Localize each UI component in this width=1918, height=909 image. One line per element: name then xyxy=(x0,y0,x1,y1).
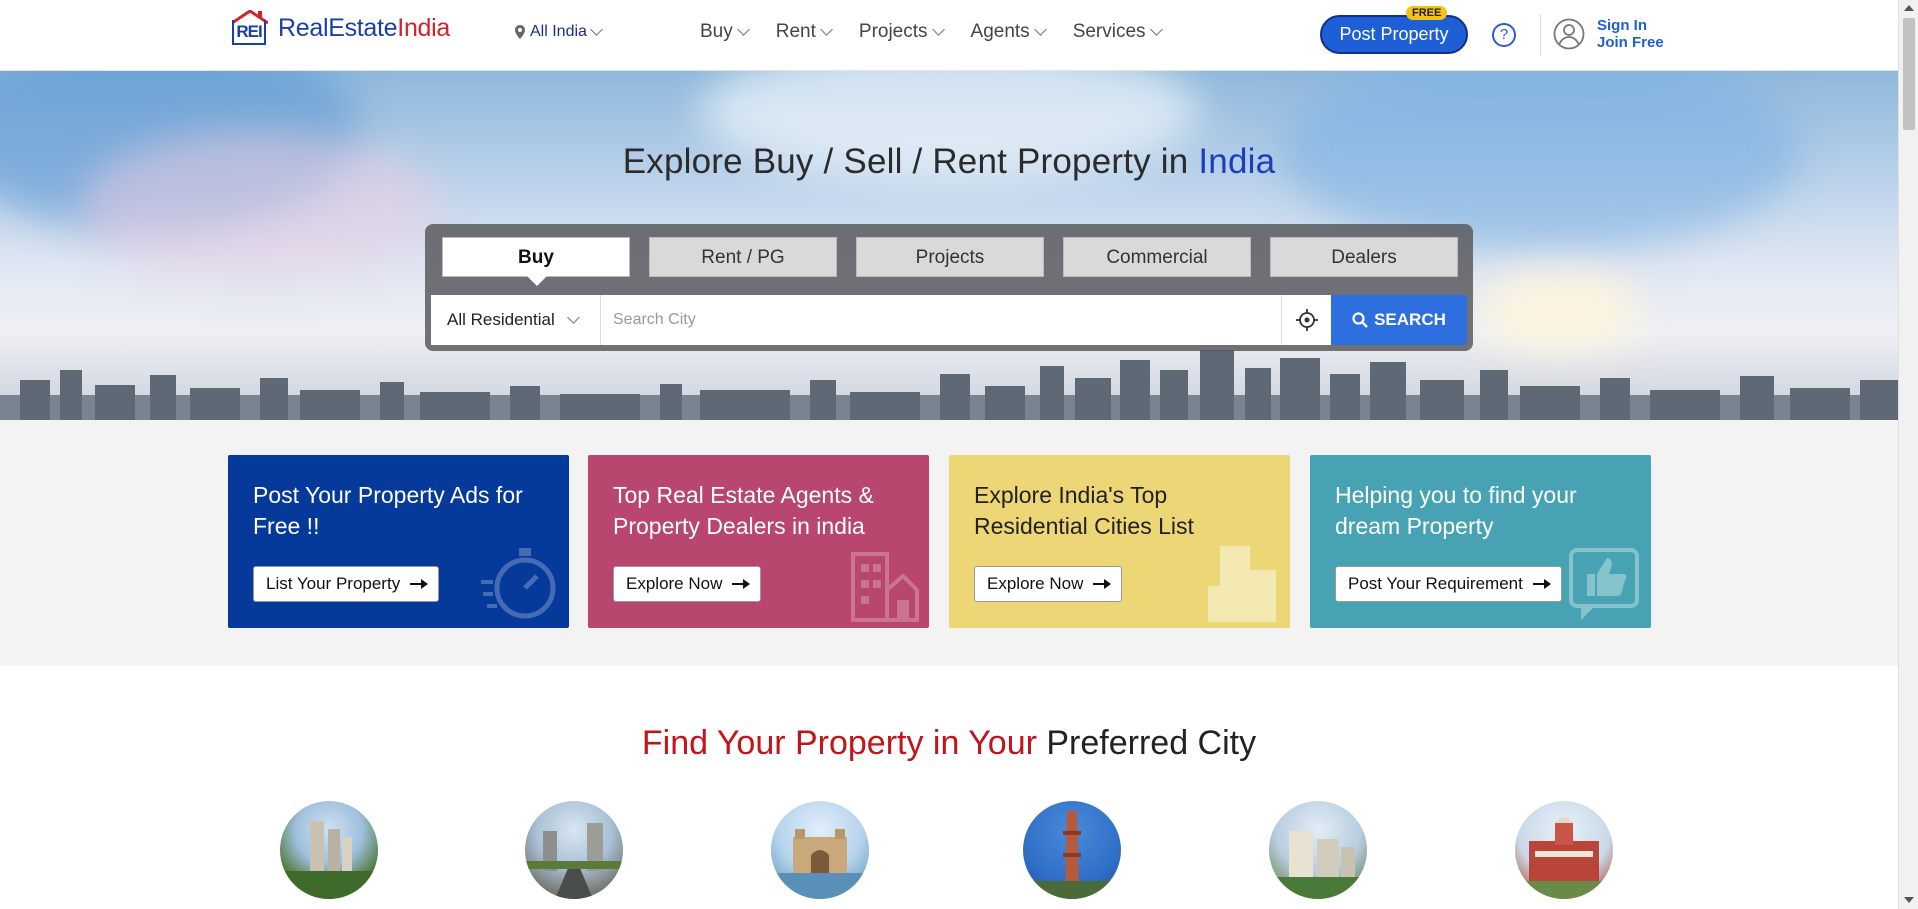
city-thumbnail-image[interactable] xyxy=(1269,801,1367,899)
header-divider xyxy=(1540,14,1541,56)
chevron-down-icon xyxy=(590,23,603,36)
city-thumbnail-image[interactable] xyxy=(525,801,623,899)
scrollbar-thumb[interactable] xyxy=(1903,18,1915,130)
city-search-input[interactable] xyxy=(601,295,1281,345)
city-thumbnail-image[interactable] xyxy=(1515,801,1613,899)
search-tabs: Buy Rent / PG Projects Commercial Dealer… xyxy=(442,237,1458,286)
search-row: All Residential Search City SEARCH xyxy=(431,295,1467,345)
chevron-down-icon xyxy=(1033,23,1047,36)
arrow-right-icon xyxy=(1093,579,1112,589)
free-badge: FREE xyxy=(1406,6,1448,20)
city-thumbnail-image[interactable] xyxy=(771,801,869,899)
scroll-down-arrow-icon[interactable] xyxy=(1904,897,1914,903)
explore-cities-button[interactable]: Explore Now xyxy=(974,566,1123,602)
map-pin-icon xyxy=(515,25,525,39)
city-skyline-image xyxy=(0,350,1898,420)
tower-icon xyxy=(1208,546,1276,622)
promo-card-requirement: Helping you to find your dream Property … xyxy=(1310,455,1651,628)
post-property-button[interactable]: Post Property xyxy=(1320,15,1468,54)
nav-rent[interactable]: Rent xyxy=(776,21,833,43)
hero-title: Explore Buy / Sell / Rent Property in In… xyxy=(622,142,1276,181)
chevron-down-icon xyxy=(931,23,945,36)
search-icon xyxy=(1352,312,1368,328)
arrow-right-icon xyxy=(410,579,429,589)
chevron-down-icon xyxy=(736,23,750,36)
building-icon xyxy=(851,552,919,622)
nav-agents[interactable]: Agents xyxy=(971,21,1047,43)
chevron-down-icon xyxy=(1149,23,1163,36)
scroll-up-arrow-icon[interactable] xyxy=(1904,5,1914,11)
promo-card-title: Explore India's Top Residential Cities L… xyxy=(974,482,1194,539)
thumbs-up-icon xyxy=(1569,548,1639,620)
property-type-value: All Residential xyxy=(447,310,555,329)
nav-services[interactable]: Services xyxy=(1073,21,1163,43)
user-avatar-icon[interactable] xyxy=(1553,18,1585,50)
page: REI RealEstateIndia All India Buy Rent P… xyxy=(0,0,1898,909)
crosshair-icon xyxy=(1295,309,1318,331)
promo-card-title: Post Your Property Ads for Free !! xyxy=(253,482,523,539)
tab-dealers[interactable]: Dealers xyxy=(1270,237,1458,277)
page-scrollbar[interactable] xyxy=(1898,0,1918,909)
cities-section-title: Find Your Property in Your Preferred Cit… xyxy=(641,724,1257,762)
tab-rent-pg[interactable]: Rent / PG xyxy=(649,237,837,277)
auth-links: Sign In Join Free xyxy=(1597,17,1664,51)
nav-buy[interactable]: Buy xyxy=(700,21,750,43)
nav-projects[interactable]: Projects xyxy=(859,21,945,43)
promo-card-post-ad: Post Your Property Ads for Free !! List … xyxy=(228,455,569,628)
list-property-button[interactable]: List Your Property xyxy=(253,566,440,602)
arrow-right-icon xyxy=(1532,579,1551,589)
tab-commercial[interactable]: Commercial xyxy=(1063,237,1251,277)
post-requirement-button[interactable]: Post Your Requirement xyxy=(1335,566,1562,602)
location-label: All India xyxy=(530,23,587,40)
main-nav: Buy Rent Projects Agents Services xyxy=(700,21,1163,43)
search-button-label: SEARCH xyxy=(1374,310,1446,329)
stopwatch-icon xyxy=(481,548,556,619)
explore-agents-button[interactable]: Explore Now xyxy=(613,566,762,602)
sign-in-link[interactable]: Sign In xyxy=(1597,17,1664,34)
search-button[interactable]: SEARCH xyxy=(1331,295,1467,345)
property-type-select[interactable]: All Residential xyxy=(431,295,601,345)
logo-house-icon: REI xyxy=(230,10,270,46)
detect-location-button[interactable] xyxy=(1281,295,1331,345)
promo-card-agents: Top Real Estate Agents & Property Dealer… xyxy=(588,455,929,628)
promo-card-cities: Explore India's Top Residential Cities L… xyxy=(949,455,1290,628)
hero-banner: Explore Buy / Sell / Rent Property in In… xyxy=(0,71,1898,420)
city-thumbnail-image[interactable] xyxy=(280,801,378,899)
arrow-right-icon xyxy=(732,579,751,589)
promo-section: Post Your Property Ads for Free !! List … xyxy=(0,420,1898,666)
city-thumbnail-image[interactable] xyxy=(1023,801,1121,899)
logo-text: RealEstateIndia xyxy=(278,13,451,42)
site-logo[interactable]: REI RealEstateIndia xyxy=(230,10,450,46)
search-panel: Buy Rent / PG Projects Commercial Dealer… xyxy=(425,224,1473,351)
site-header: REI RealEstateIndia All India Buy Rent P… xyxy=(0,0,1898,71)
join-free-link[interactable]: Join Free xyxy=(1597,34,1664,51)
help-icon[interactable]: ? xyxy=(1492,23,1516,47)
chevron-down-icon xyxy=(820,23,833,36)
location-selector[interactable]: All India xyxy=(515,23,603,41)
promo-card-title: Top Real Estate Agents & Property Dealer… xyxy=(613,482,874,539)
chevron-down-icon xyxy=(566,311,580,324)
tab-buy[interactable]: Buy xyxy=(442,237,630,286)
promo-card-title: Helping you to find your dream Property xyxy=(1335,482,1577,539)
tab-projects[interactable]: Projects xyxy=(856,237,1044,277)
